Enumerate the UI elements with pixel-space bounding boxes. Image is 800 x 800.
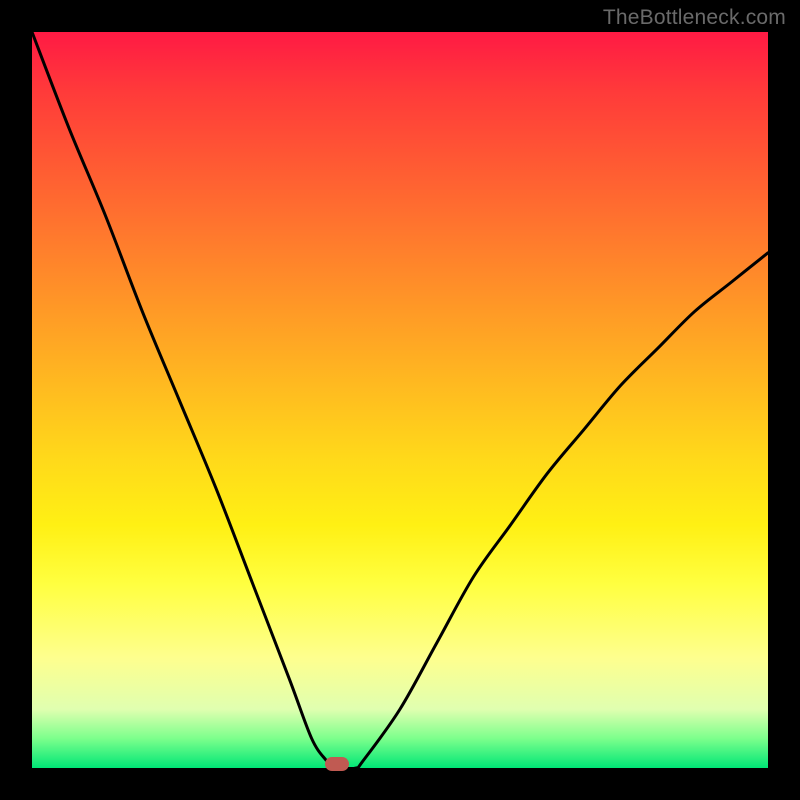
chart-frame: TheBottleneck.com	[0, 0, 800, 800]
watermark-text: TheBottleneck.com	[603, 6, 786, 30]
bottleneck-curve	[32, 32, 768, 768]
optimal-marker	[325, 757, 349, 771]
plot-area	[32, 32, 768, 768]
